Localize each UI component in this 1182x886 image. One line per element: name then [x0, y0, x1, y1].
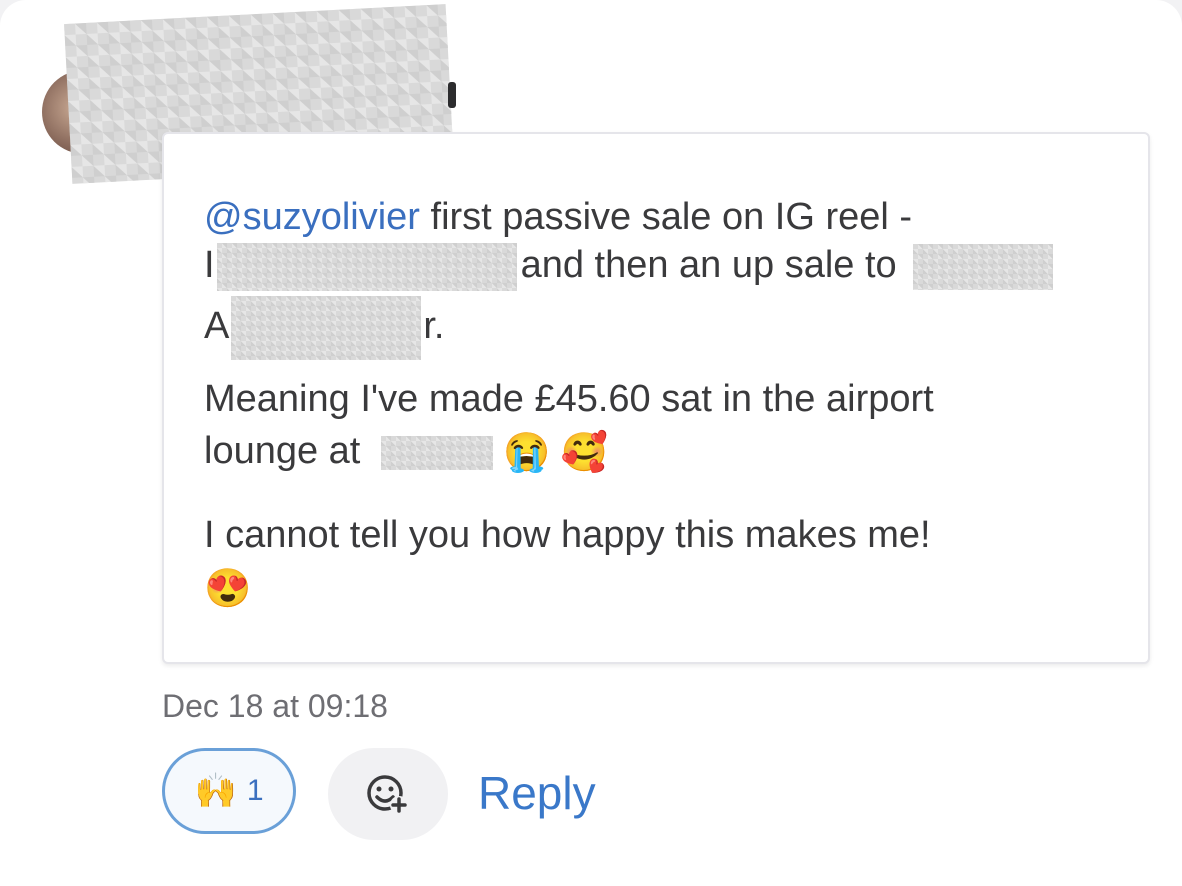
message-text: and then an up sale to	[520, 244, 897, 286]
mention-link[interactable]: @suzyolivier	[204, 196, 420, 238]
raising-hands-icon: 🙌	[194, 772, 237, 810]
redacted-text	[231, 296, 422, 360]
reaction-button[interactable]: 🙌 1	[162, 748, 296, 834]
message-line-7: 😍	[204, 564, 251, 612]
redacted-text	[216, 242, 517, 291]
add-reaction-button[interactable]	[328, 748, 448, 840]
message-timestamp: Dec 18 at 09:18	[162, 688, 388, 724]
message-line-3: Ar.	[204, 296, 444, 360]
comment-card: @suzyolivier first passive sale on IG re…	[0, 0, 1182, 886]
message-text: r.	[423, 305, 445, 348]
message-text: I	[204, 244, 215, 286]
reply-button[interactable]: Reply	[478, 766, 596, 820]
message-text: first passive sale on IG reel -	[419, 196, 913, 238]
message-text: A	[204, 305, 230, 348]
message-line-6: I cannot tell you how happy this makes m…	[204, 514, 931, 556]
smiley-plus-icon	[367, 775, 408, 814]
heart-eyes-icon: 😍	[204, 567, 252, 610]
smiling-face-with-hearts-icon: 🥰	[560, 431, 609, 474]
message-line-4: Meaning I've made £45.60 sat in the airp…	[204, 378, 934, 420]
redacted-text	[380, 435, 493, 470]
message-line-5: lounge at 😭 🥰	[204, 428, 608, 476]
redacted-text	[912, 243, 1053, 290]
message-line-2: Iand then an up sale to	[204, 242, 1053, 291]
username-fragment	[448, 82, 456, 108]
message-line-1: @suzyolivier first passive sale on IG re…	[204, 194, 912, 240]
message-text: lounge at	[204, 430, 361, 472]
reaction-count: 1	[246, 774, 264, 807]
message-bubble: @suzyolivier first passive sale on IG re…	[162, 132, 1150, 664]
crying-face-icon: 😭	[502, 431, 551, 474]
